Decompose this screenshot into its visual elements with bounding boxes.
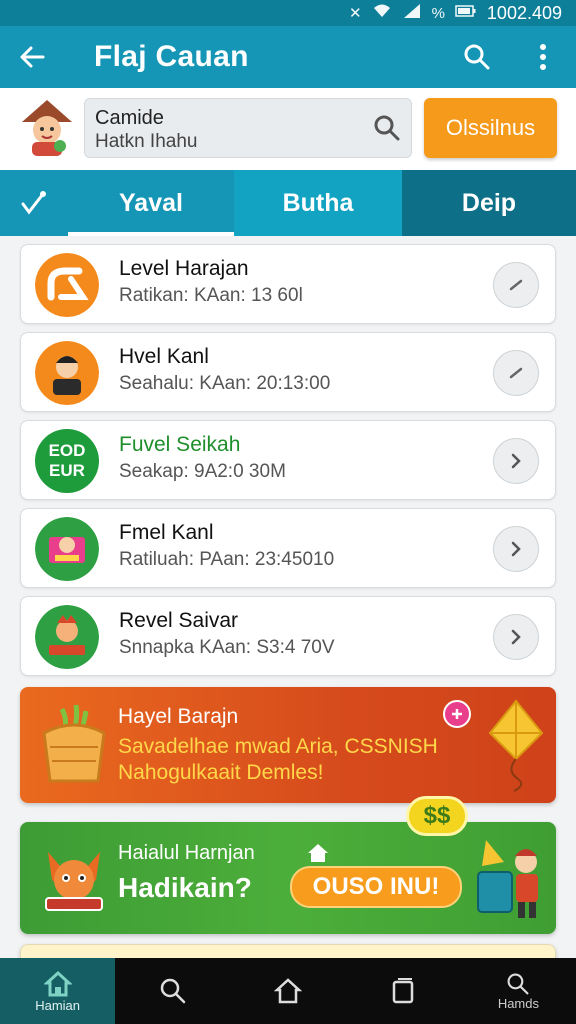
check-icon	[509, 279, 523, 291]
item-chevron-button[interactable]	[493, 614, 539, 660]
orange-logo-icon	[35, 253, 99, 317]
page-title: Flaj Cauan	[94, 40, 249, 73]
banner-line-3: Nahogulkaait Demles!	[118, 761, 324, 784]
search-row: Camide Hatkn Ihahu Olssilnus	[0, 88, 576, 170]
list-item[interactable]: Hvel Kanl Seahalu: KAan: 20:13:00	[20, 332, 556, 412]
character-icon	[35, 341, 99, 405]
item-subtitle: Ratiluah: PAan: 23:45010	[119, 549, 335, 570]
nav-home-label: Hamian	[35, 997, 80, 1013]
battery-icon	[455, 4, 477, 22]
tab-deip[interactable]: Deip	[402, 170, 576, 236]
chevron-right-icon	[511, 453, 521, 469]
back-button[interactable]	[0, 26, 64, 88]
badge-text: EOD EUR	[48, 441, 86, 480]
app-bar: Flaj Cauan	[0, 26, 576, 88]
eod-eur-badge-icon: EOD EUR	[35, 429, 99, 493]
character-card-icon	[35, 517, 99, 581]
nav-search[interactable]	[115, 958, 230, 1024]
search-icon	[374, 115, 400, 141]
banner-cta-button[interactable]: OUSO INU!	[290, 866, 462, 908]
item-title: Fuvel Seikah	[119, 433, 241, 456]
item-chevron-button[interactable]	[493, 526, 539, 572]
nav-recent-apps[interactable]	[346, 958, 461, 1024]
status-bar: ✕ % 1002.409	[0, 0, 576, 26]
item-subtitle: Snnapka KAan: S3:4 70V	[119, 637, 335, 658]
item-title: Fmel Kanl	[119, 521, 214, 544]
search-submit-button[interactable]: Olssilnus	[424, 98, 557, 158]
item-title: Revel Saivar	[119, 609, 239, 632]
item-title: Level Harajan	[119, 257, 249, 280]
battery-percent-text: %	[431, 4, 445, 22]
bottom-nav: Hamian Hamds	[0, 958, 576, 1024]
item-title: Hvel Kanl	[119, 345, 209, 368]
more-vert-icon	[540, 44, 546, 70]
wifi-icon	[372, 3, 392, 23]
level-list: Level Harajan Ratikan: KAan: 13 60l Hvel…	[20, 244, 556, 684]
list-item[interactable]: Level Harajan Ratikan: KAan: 13 60l	[20, 244, 556, 324]
item-check-button[interactable]	[493, 262, 539, 308]
fox-mascot-icon	[45, 852, 103, 911]
character-avatar-icon	[22, 100, 72, 156]
nav-hamds[interactable]: Hamds	[461, 958, 576, 1024]
kite-icon	[488, 699, 544, 792]
search-line-2: Hatkn Ihahu	[95, 131, 198, 152]
search-icon	[507, 973, 529, 994]
edit-tab-button[interactable]	[0, 170, 68, 236]
item-chevron-button[interactable]	[493, 438, 539, 484]
house-icon	[308, 844, 328, 862]
overflow-menu-button[interactable]	[510, 26, 576, 88]
item-subtitle: Seakap: 9A2:0 30M	[119, 461, 286, 482]
home-icon	[43, 970, 72, 996]
search-button[interactable]	[444, 26, 510, 88]
character-sign-icon	[35, 605, 99, 669]
banner-subtitle: Haialul Harnjan	[118, 842, 255, 864]
list-item[interactable]: Revel Saivar Snnapka KAan: S3:4 70V	[20, 596, 556, 676]
home-outline-icon	[274, 978, 302, 1004]
signal-icon	[402, 3, 422, 23]
item-subtitle: Ratikan: KAan: 13 60l	[119, 285, 303, 306]
nav-home[interactable]: Hamian	[0, 958, 116, 1024]
check-icon	[509, 367, 523, 379]
avatar[interactable]	[18, 98, 76, 158]
list-item[interactable]: Fmel Kanl Ratiluah: PAan: 23:45010	[20, 508, 556, 588]
item-subtitle: Seahalu: KAan: 20:13:00	[119, 373, 331, 394]
basket-icon	[42, 704, 106, 783]
nav-home-outline[interactable]	[230, 958, 345, 1024]
search-icon	[160, 978, 186, 1004]
promo-banner-green[interactable]: Haialul Harnjan Hadikain? OUSO INU!	[20, 822, 556, 934]
list-item[interactable]: EOD EUR Fuvel Seikah Seakap: 9A2:0 30M	[20, 420, 556, 500]
banner-headline: Hadikain?	[118, 872, 252, 903]
pencil-check-icon	[21, 191, 46, 215]
clock: 1002.409	[486, 2, 562, 23]
search-input[interactable]: Camide Hatkn Ihahu	[84, 98, 412, 158]
search-line-1: Camide	[95, 107, 164, 129]
back-arrow-icon	[20, 46, 45, 68]
coins-badge: $$	[406, 796, 468, 836]
search-icon	[464, 44, 490, 70]
banner-title: Hayel Barajn	[118, 705, 239, 728]
tab-yaval[interactable]: Yaval	[68, 170, 234, 236]
nav-hamds-label: Hamds	[497, 995, 539, 1011]
pink-badge-icon	[443, 700, 471, 728]
recent-apps-icon	[392, 978, 414, 1004]
chevron-right-icon	[511, 541, 521, 557]
item-check-button[interactable]	[493, 350, 539, 396]
mute-icon: ✕	[349, 5, 362, 22]
tab-butha[interactable]: Butha	[234, 170, 402, 236]
promo-banner-orange[interactable]: Hayel Barajn Savadelhae mwad Aria, CSSNI…	[20, 687, 556, 803]
coins-text: $$	[423, 802, 451, 829]
banner-line-2: Savadelhae mwad Aria, CSSNISH	[118, 735, 438, 758]
tab-bar: Yaval Butha Deip	[0, 170, 576, 236]
merchant-mascot-icon	[477, 840, 538, 918]
chevron-right-icon	[511, 629, 521, 645]
